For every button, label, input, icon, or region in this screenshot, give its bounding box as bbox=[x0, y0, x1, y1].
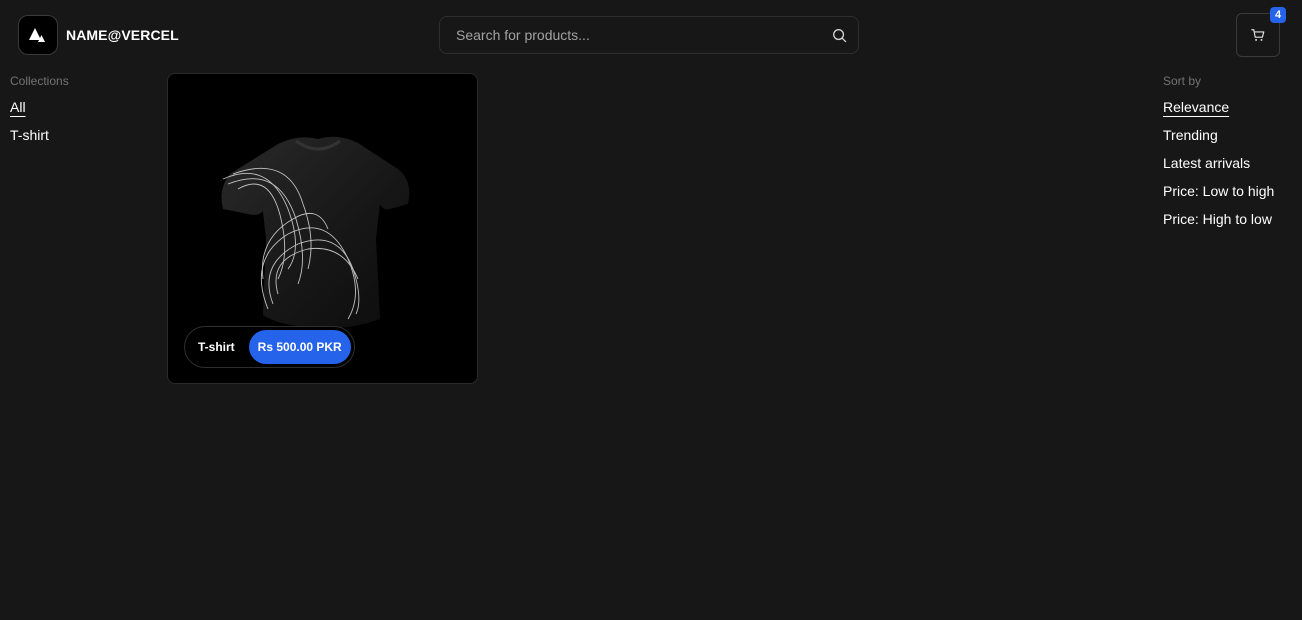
product-price: Rs 500.00 PKR bbox=[248, 330, 351, 364]
sort-list: Sort by Relevance Trending Latest arriva… bbox=[1163, 73, 1274, 227]
app-root: NAME@VERCEL 4 Collections All T-shirt bbox=[0, 0, 1302, 620]
sort-item-trending[interactable]: Trending bbox=[1163, 127, 1274, 143]
search-bar bbox=[439, 16, 859, 54]
brand-name: NAME@VERCEL bbox=[66, 27, 179, 43]
collections-heading: Collections bbox=[10, 74, 69, 88]
product-title: T-shirt bbox=[198, 340, 235, 354]
product-price-pill: T-shirt Rs 500.00 PKR bbox=[184, 326, 355, 368]
search-input[interactable] bbox=[440, 17, 820, 53]
sort-item-price-high-low[interactable]: Price: High to low bbox=[1163, 211, 1274, 227]
home-link[interactable]: NAME@VERCEL bbox=[18, 15, 179, 55]
sort-item-latest-arrivals[interactable]: Latest arrivals bbox=[1163, 155, 1274, 171]
collection-item-all[interactable]: All bbox=[10, 99, 69, 115]
vercel-triangle-icon bbox=[29, 28, 45, 42]
sort-item-relevance[interactable]: Relevance bbox=[1163, 99, 1274, 115]
collection-item-tshirt[interactable]: T-shirt bbox=[10, 127, 69, 143]
cart-count-badge: 4 bbox=[1270, 7, 1286, 23]
sort-heading: Sort by bbox=[1163, 74, 1202, 88]
logo-box bbox=[18, 15, 58, 55]
shopping-cart-icon bbox=[1251, 29, 1265, 41]
sort-item-price-low-high[interactable]: Price: Low to high bbox=[1163, 183, 1274, 199]
collections-list: Collections All T-shirt bbox=[10, 73, 69, 143]
product-card[interactable]: T-shirt Rs 500.00 PKR bbox=[167, 73, 478, 384]
cart-button[interactable]: 4 bbox=[1236, 7, 1286, 57]
tshirt-product-image bbox=[221, 136, 410, 328]
search-icon[interactable] bbox=[820, 16, 858, 54]
